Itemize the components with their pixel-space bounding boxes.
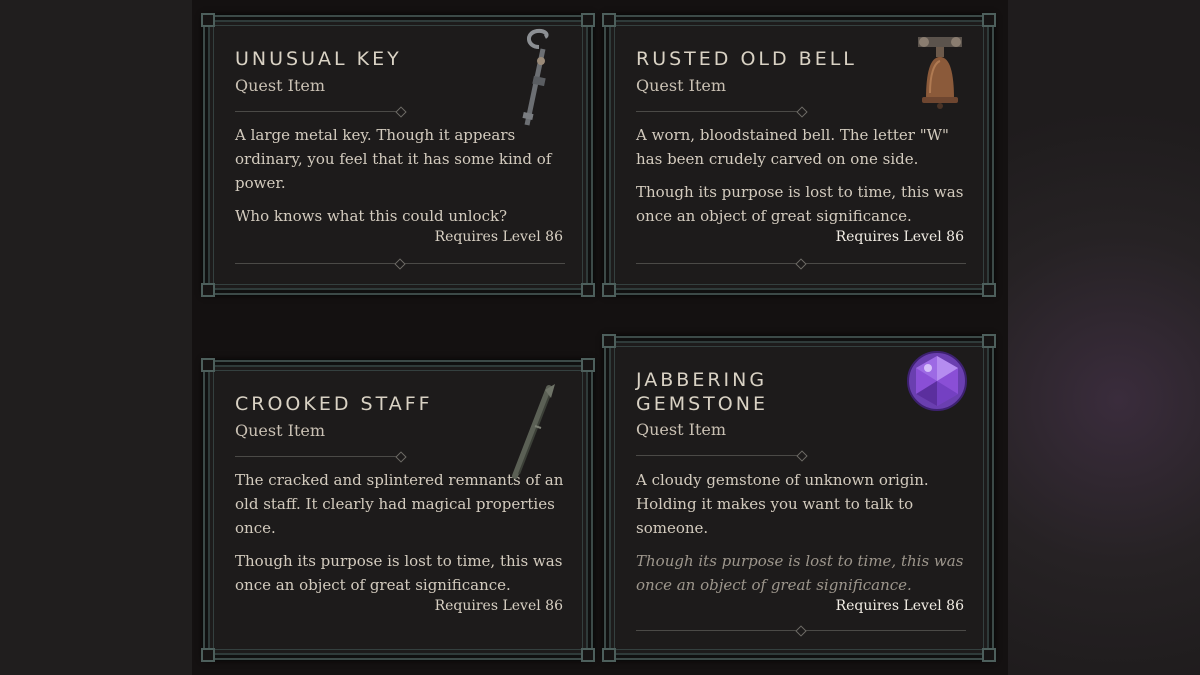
level-requirement: Requires Level 86 [434, 229, 563, 245]
item-tooltip-jabbering-gemstone: Jabbering Gemstone Quest Item A cloudy g… [602, 334, 996, 662]
item-tooltip-rusted-old-bell: Rusted Old Bell Quest Item A worn, blood… [602, 13, 996, 297]
bell-icon [918, 37, 962, 109]
key-icon [522, 28, 549, 126]
item-type: Quest Item [235, 76, 326, 95]
frame-corner [982, 334, 996, 348]
item-tooltip-crooked-staff: Crooked Staff Quest Item The cracked and… [201, 358, 595, 662]
frame-corner [982, 648, 996, 662]
divider [235, 263, 565, 264]
frame-corner [201, 648, 215, 662]
frame-corner [602, 283, 616, 297]
level-requirement: Requires Level 86 [835, 598, 964, 614]
item-description: A cloudy gemstone of unknown origin. Hol… [636, 471, 929, 537]
item-type: Quest Item [636, 76, 727, 95]
divider [235, 456, 401, 457]
divider [636, 111, 802, 112]
divider [235, 111, 401, 112]
item-flavor-text: Though its purpose is lost to time, this… [636, 552, 964, 594]
gemstone-icon [907, 351, 967, 411]
item-title: Rusted Old Bell [636, 48, 857, 70]
item-title: Unusual Key [235, 48, 402, 70]
item-tooltip-unusual-key: Unusual Key Quest Item A large metal key… [201, 13, 595, 297]
frame-corner [581, 13, 595, 27]
staff-icon [512, 384, 555, 479]
divider [636, 263, 966, 264]
frame-corner [982, 13, 996, 27]
level-requirement: Requires Level 86 [835, 229, 964, 245]
item-description: A worn, bloodstained bell. The letter "W… [636, 126, 949, 168]
frame-corner [581, 358, 595, 372]
frame-corner [602, 648, 616, 662]
frame-corner [581, 283, 595, 297]
frame-corner [982, 283, 996, 297]
frame-corner [201, 283, 215, 297]
item-flavor-text: Though its purpose is lost to time, this… [636, 183, 964, 225]
frame-corner [602, 13, 616, 27]
frame-corner [602, 334, 616, 348]
item-type: Quest Item [235, 421, 326, 440]
background-right [1008, 0, 1200, 675]
divider [636, 630, 966, 631]
item-title: Jabbering Gemstone [636, 369, 768, 415]
background-left [0, 0, 192, 675]
item-type: Quest Item [636, 420, 727, 439]
level-requirement: Requires Level 86 [434, 598, 563, 614]
frame-corner [201, 358, 215, 372]
frame-corner [581, 648, 595, 662]
item-flavor-text: Who knows what this could unlock? [235, 207, 508, 225]
frame-corner [201, 13, 215, 27]
item-title: Crooked Staff [235, 393, 433, 415]
item-flavor-text: Though its purpose is lost to time, this… [235, 552, 563, 594]
divider [636, 455, 802, 456]
